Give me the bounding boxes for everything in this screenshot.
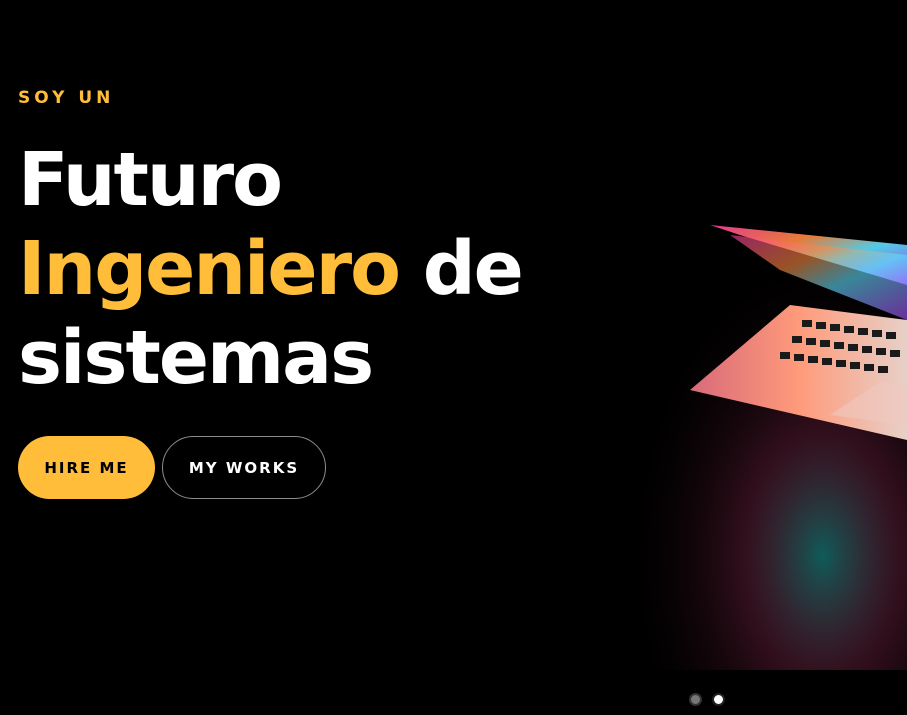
hire-me-button[interactable]: HIRE ME <box>18 436 155 499</box>
hero-section: SOY UN Futuro Ingeniero de sistemas HIRE… <box>0 0 907 715</box>
my-works-button[interactable]: MY WORKS <box>162 436 326 499</box>
hero-eyebrow: SOY UN <box>18 88 115 108</box>
laptop-image <box>570 150 907 670</box>
slider-dots <box>689 693 725 706</box>
headline-line-1: Futuro <box>18 137 283 223</box>
slider-dot-2[interactable] <box>712 693 725 706</box>
hero-headline: Futuro Ingeniero de sistemas <box>18 136 524 403</box>
headline-accent: Ingeniero <box>18 226 401 312</box>
headline-line-3: sistemas <box>18 315 374 401</box>
headline-line-2-rest: de <box>398 226 524 312</box>
slider-dot-1[interactable] <box>689 693 702 706</box>
